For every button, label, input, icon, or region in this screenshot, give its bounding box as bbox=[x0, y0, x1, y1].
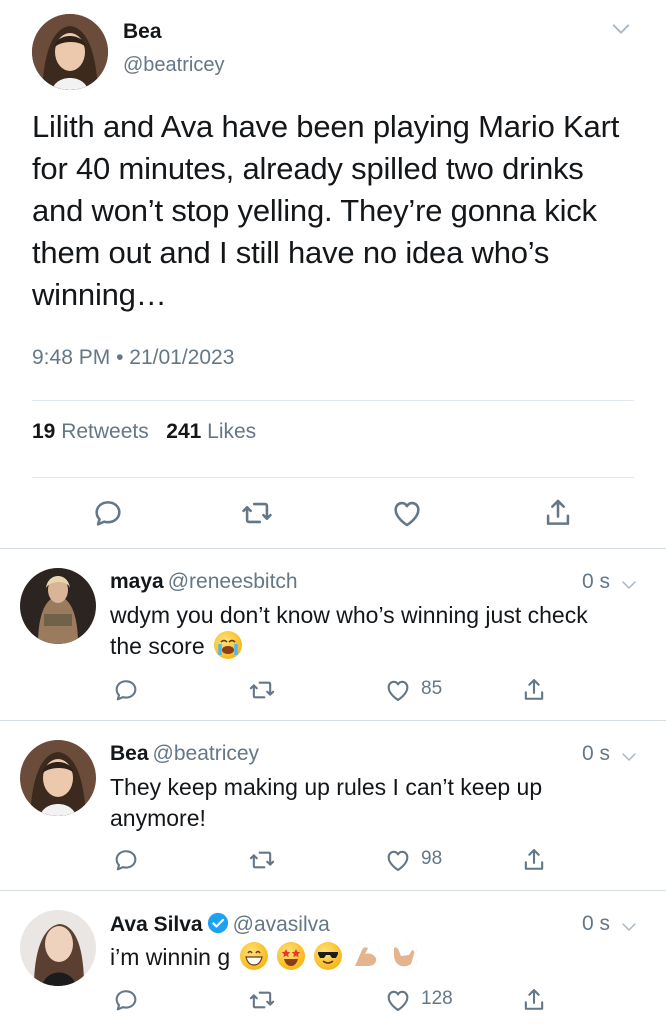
reply-text-body: wdym you don’t know who’s winning just c… bbox=[110, 602, 588, 659]
retweets-label: Retweets bbox=[61, 420, 149, 443]
heart-icon bbox=[390, 496, 424, 530]
share-icon bbox=[520, 676, 548, 704]
retweet-icon bbox=[248, 676, 276, 704]
like-count: 128 bbox=[421, 988, 453, 1009]
like-button[interactable] bbox=[384, 846, 412, 874]
like-button[interactable] bbox=[384, 676, 412, 704]
call-me-hand-emoji bbox=[389, 942, 418, 970]
avatar[interactable] bbox=[20, 568, 96, 644]
reply-icon bbox=[112, 846, 140, 874]
reply-text: They keep making up rules I can’t keep u… bbox=[110, 772, 610, 834]
reply-text: wdym you don’t know who’s winning just c… bbox=[110, 600, 610, 662]
reply-item[interactable]: maya @reneesbitch 0 s wdym you don’t know… bbox=[0, 548, 666, 720]
reply-button[interactable] bbox=[112, 846, 140, 874]
chevron-down-icon bbox=[618, 918, 640, 936]
share-button[interactable] bbox=[520, 846, 548, 874]
like-count: 98 bbox=[421, 848, 443, 869]
reply-button[interactable] bbox=[91, 496, 125, 530]
share-button[interactable] bbox=[520, 986, 548, 1014]
more-options-button[interactable] bbox=[618, 748, 640, 766]
reply-actions: 85 bbox=[0, 676, 666, 706]
retweet-button[interactable] bbox=[248, 676, 276, 704]
reply-text-body: i’m winnin g bbox=[110, 944, 231, 970]
reply-icon bbox=[112, 986, 140, 1014]
avatar[interactable] bbox=[20, 740, 96, 816]
sunglasses-face-emoji bbox=[314, 942, 343, 970]
likes-count: 241 bbox=[166, 420, 202, 443]
tweet-detail-screen: Bea @beatricey Lilith and Ava have been … bbox=[0, 0, 666, 1024]
timestamp-separator: • bbox=[116, 346, 124, 369]
share-icon bbox=[541, 496, 575, 530]
retweets-stat[interactable]: 19 Retweets bbox=[32, 420, 149, 443]
retweet-button[interactable] bbox=[240, 496, 274, 530]
author-name[interactable]: Bea bbox=[123, 20, 162, 44]
reply-item[interactable]: Bea @beatricey 0 s They keep making up ru… bbox=[0, 720, 666, 890]
heart-icon bbox=[384, 986, 412, 1014]
likes-label: Likes bbox=[207, 420, 257, 443]
chevron-down-icon bbox=[618, 748, 640, 766]
tweet-stats: 19 Retweets 241 Likes bbox=[32, 420, 256, 444]
retweets-count: 19 bbox=[32, 420, 56, 443]
share-icon bbox=[520, 986, 548, 1014]
tweet-text: Lilith and Ava have been playing Mario K… bbox=[32, 109, 620, 312]
likes-stat[interactable]: 241 Likes bbox=[166, 420, 256, 443]
reply-header: Bea @beatricey bbox=[110, 742, 259, 766]
tweet-time: 9:48 PM bbox=[32, 346, 111, 369]
reply-time: 0 s bbox=[581, 912, 610, 935]
reply-text-body: They keep making up rules I can’t keep u… bbox=[110, 774, 543, 831]
like-count: 85 bbox=[421, 678, 443, 699]
reply-author-name[interactable]: Bea bbox=[110, 742, 149, 765]
reply-actions: 128 bbox=[0, 986, 666, 1016]
more-options-button[interactable] bbox=[618, 918, 640, 936]
more-options-button[interactable] bbox=[618, 576, 640, 594]
like-button[interactable] bbox=[384, 986, 412, 1014]
share-icon bbox=[520, 846, 548, 874]
retweet-button[interactable] bbox=[248, 986, 276, 1014]
divider bbox=[32, 477, 634, 478]
more-options-button[interactable] bbox=[608, 18, 634, 40]
avatar[interactable] bbox=[20, 910, 96, 986]
retweet-icon bbox=[240, 496, 274, 530]
reply-header: Ava Silva @avasilva bbox=[110, 912, 330, 937]
loudly-crying-face-emoji bbox=[214, 631, 242, 659]
tweet-timestamp: 9:48 PM • 21/01/2023 bbox=[32, 346, 234, 370]
verified-badge-icon bbox=[207, 912, 229, 934]
reply-icon bbox=[91, 496, 125, 530]
reply-header: maya @reneesbitch bbox=[110, 570, 298, 594]
main-tweet-actions bbox=[0, 496, 666, 532]
retweet-button[interactable] bbox=[248, 846, 276, 874]
share-button[interactable] bbox=[541, 496, 575, 530]
flexed-biceps-emoji bbox=[351, 942, 380, 970]
reply-author-handle[interactable]: @avasilva bbox=[233, 913, 330, 936]
reply-button[interactable] bbox=[112, 676, 140, 704]
share-button[interactable] bbox=[520, 676, 548, 704]
reply-time: 0 s bbox=[581, 570, 610, 593]
heart-icon bbox=[384, 676, 412, 704]
reply-author-name[interactable]: maya bbox=[110, 570, 164, 593]
reply-time: 0 s bbox=[581, 742, 610, 765]
reply-actions: 98 bbox=[0, 846, 666, 876]
retweet-icon bbox=[248, 846, 276, 874]
author-handle[interactable]: @beatricey bbox=[123, 54, 224, 77]
retweet-icon bbox=[248, 986, 276, 1014]
chevron-down-icon bbox=[608, 18, 634, 40]
heart-icon bbox=[384, 846, 412, 874]
chevron-down-icon bbox=[618, 576, 640, 594]
avatar[interactable] bbox=[32, 14, 108, 90]
reply-item[interactable]: Ava Silva @avasilva 0 s i’m winnin g 128 bbox=[0, 890, 666, 1024]
grinning-face-emoji bbox=[239, 942, 268, 970]
divider bbox=[32, 400, 634, 401]
reply-button[interactable] bbox=[112, 986, 140, 1014]
star-struck-emoji bbox=[276, 942, 305, 970]
reply-author-handle[interactable]: @reneesbitch bbox=[168, 570, 298, 593]
reply-author-handle[interactable]: @beatricey bbox=[153, 742, 260, 765]
reply-icon bbox=[112, 676, 140, 704]
tweet-date: 21/01/2023 bbox=[129, 346, 235, 369]
like-button[interactable] bbox=[390, 496, 424, 530]
reply-author-name[interactable]: Ava Silva bbox=[110, 913, 203, 936]
reply-text: i’m winnin g bbox=[110, 942, 610, 973]
